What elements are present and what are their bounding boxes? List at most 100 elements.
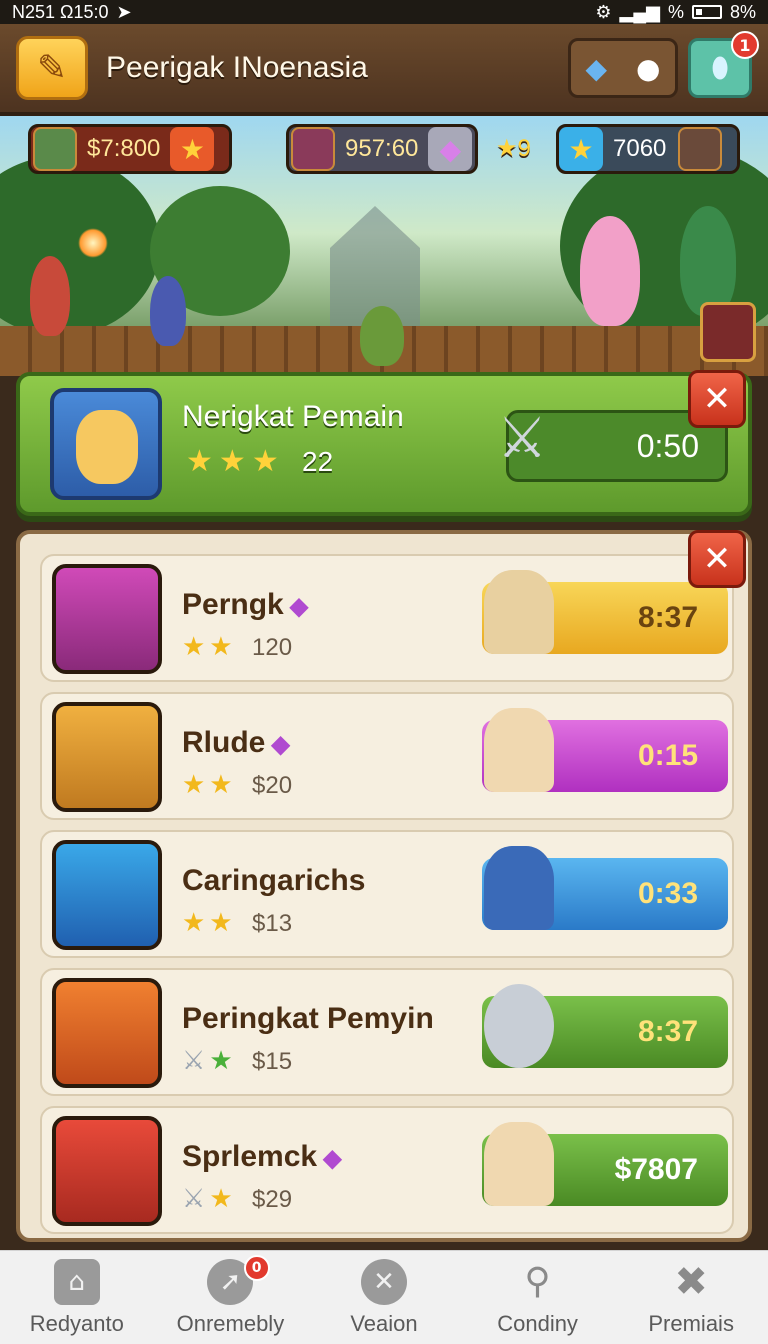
nav-item-missions[interactable]: ➚ 0 Onremebly: [154, 1251, 308, 1344]
gem-icon: ◆: [428, 127, 473, 171]
timer-value: 0:33: [637, 877, 698, 910]
close-list-button[interactable]: ✕: [688, 530, 746, 588]
hero-character: [680, 206, 736, 316]
pet-icon: ●: [636, 51, 661, 85]
battery-icon: [691, 5, 722, 19]
timer-button[interactable]: 0:33: [482, 846, 728, 930]
star-icon: ★: [209, 1184, 237, 1214]
stars-counter: ★9: [496, 134, 531, 163]
hero-character: [30, 256, 70, 336]
featured-offer-banner[interactable]: Nerigkat Pemain ★★★ 22 ⚔ 0:50: [16, 372, 752, 516]
list-item[interactable]: Caringarichs ★★ $13 0:33: [40, 830, 734, 958]
close-circle-icon: ✕: [360, 1258, 407, 1305]
inventory-button[interactable]: ◆ ●: [568, 38, 678, 98]
cowboy-character: [484, 708, 554, 792]
hero-name: Peringkat Pemyin: [182, 1002, 434, 1035]
hero-portrait: [52, 978, 162, 1088]
gem-icon: ◆: [271, 731, 290, 758]
hero-name: Perngk ◆: [182, 588, 309, 621]
location-icon: ➤: [116, 1, 132, 22]
nav-item-premium[interactable]: ✖ Premiais: [614, 1251, 768, 1344]
nav-label: Onremebly: [176, 1310, 285, 1336]
featured-stars: ★★★: [186, 444, 285, 479]
close-featured-button[interactable]: ✕: [688, 370, 746, 428]
close-icon: ✕: [702, 539, 732, 579]
featured-count: 22: [302, 446, 334, 477]
hero-price: $29: [252, 1186, 293, 1213]
hero-name: Rlude ◆: [182, 726, 290, 759]
featured-hero-portrait: [50, 388, 162, 500]
nav-item-home[interactable]: ⌂ Redyanto: [0, 1251, 154, 1344]
hero-stars: ⚔★: [182, 1184, 237, 1214]
cube-icon: ◆: [585, 51, 608, 85]
sword-icon: ⚔: [182, 1184, 210, 1214]
chat-icon: ✎: [36, 47, 68, 89]
timer-value: 8:37: [637, 601, 698, 634]
timer-button[interactable]: 0:15: [482, 708, 728, 792]
offer-list-panel: Perngk ◆ ★★ 120 8:37 Rlude ◆ ★★ $20 0:15 C…: [16, 530, 752, 1242]
stars-value: 9: [517, 135, 531, 162]
timer-button[interactable]: 8:37: [482, 570, 728, 654]
hero-stars: ★★: [182, 632, 237, 662]
cowboy-character: [484, 1122, 554, 1206]
gem-icon: ◆: [289, 593, 309, 620]
nav-item-battle[interactable]: ✕ Veaion: [307, 1251, 461, 1344]
timer-button[interactable]: 8:37: [482, 984, 728, 1068]
crossed-swords-icon: ✖: [674, 1258, 708, 1305]
cowboy-character: [484, 570, 554, 654]
sword-icon: ⚔: [182, 1046, 210, 1076]
hero-price: 120: [252, 634, 293, 661]
nav-badge: 0: [243, 1255, 270, 1281]
crystal-icon: ⬮: [711, 51, 729, 84]
list-item[interactable]: Sprlemck ◆ ⚔★ $29 $7807: [40, 1106, 734, 1234]
nav-label: Condiny: [497, 1310, 578, 1336]
gems-value: 957:60: [345, 135, 419, 162]
side-hero-portrait[interactable]: [700, 302, 756, 362]
timer-value: $7807: [614, 1153, 698, 1186]
star-icon: ★: [251, 444, 285, 479]
timer-button[interactable]: $7807: [482, 1122, 728, 1206]
hero-face: [76, 410, 138, 484]
signal-icon: ▂▄▆: [619, 1, 660, 22]
home-icon: ⌂: [53, 1258, 100, 1305]
star-icon: ★: [170, 127, 215, 171]
trophy-chip[interactable]: ★ 7060: [556, 124, 740, 174]
chat-button[interactable]: ✎: [16, 36, 88, 100]
battle-axe-icon: [484, 984, 554, 1068]
status-bar: N251 Ω15:0 ➤ ⚙ ▂▄▆ % 8%: [0, 0, 768, 24]
gem-icon: ◆: [323, 1145, 342, 1172]
hero-name: Sprlemck ◆: [182, 1140, 342, 1173]
status-percent: %: [667, 1, 684, 22]
hero-portrait: [52, 840, 162, 950]
nav-item-leaderboard[interactable]: ⚲ Condiny: [461, 1251, 615, 1344]
bottom-navigation: ⌂ Redyanto ➚ 0 Onremebly ✕ Veaion ⚲ Cond…: [0, 1250, 768, 1344]
nav-label: Redyanto: [29, 1310, 124, 1336]
hero-price: $13: [252, 910, 293, 937]
hero-stars: ★★: [182, 908, 237, 938]
gold-value: $7:800: [87, 135, 161, 162]
timer-value: 8:37: [637, 1015, 698, 1048]
notification-badge: 1: [731, 31, 759, 59]
player-portrait: [291, 127, 335, 171]
list-item[interactable]: Perngk ◆ ★★ 120 8:37: [40, 554, 734, 682]
trophy-value: 7060: [613, 135, 667, 162]
star-icon: ★: [209, 1046, 237, 1076]
nav-label: Veaion: [350, 1310, 418, 1336]
torch-light: [78, 228, 108, 258]
star-icon: ★: [186, 444, 219, 479]
battle-axe-icon: ⚔: [497, 406, 548, 469]
star-icon: ★: [559, 127, 603, 171]
cowboy-character: [484, 846, 554, 930]
list-item[interactable]: Rlude ◆ ★★ $20 0:15: [40, 692, 734, 820]
hero-portrait: [52, 1116, 162, 1226]
timer-value: 0:15: [637, 739, 698, 772]
crystal-button[interactable]: ⬮ 1: [688, 31, 759, 98]
gold-chip[interactable]: $7:800 ★: [28, 124, 232, 174]
hero-stars: ★★: [182, 770, 237, 800]
hero-price: $15: [252, 1048, 293, 1075]
gems-chip[interactable]: 957:60 ◆: [286, 124, 478, 174]
list-item[interactable]: Peringkat Pemyin ⚔★ $15 8:37: [40, 968, 734, 1096]
hero-price: $20: [252, 772, 293, 799]
settings-icon: ⚙: [595, 1, 612, 22]
star-icon: ★: [218, 444, 252, 479]
